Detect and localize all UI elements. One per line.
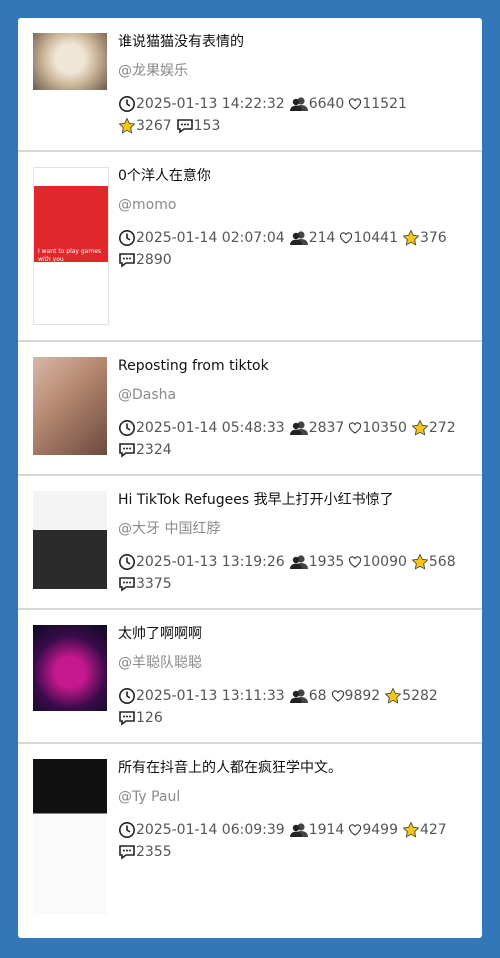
post-title[interactable]: 0个洋人在意你 (118, 166, 466, 186)
post-author[interactable]: @momo (118, 195, 466, 215)
post-users: 68 (289, 685, 327, 707)
post-card[interactable]: Reposting from tiktok @Dasha 2025-01-14 … (18, 342, 482, 476)
post-comments[interactable]: 2890 (118, 249, 172, 271)
post-card[interactable]: I want to play games with you 0个洋人在意你 @m… (18, 152, 482, 342)
post-title[interactable]: Reposting from tiktok (118, 356, 466, 376)
post-author[interactable]: @Ty Paul (118, 787, 466, 807)
post-stars[interactable]: 5282 (384, 685, 438, 707)
post-meta: 2025-01-13 13:11:33 68 9892 5282 126 (118, 685, 466, 729)
post-card[interactable]: 所有在抖音上的人都在疯狂学中文。 @Ty Paul 2025-01-14 06:… (18, 744, 482, 928)
users-icon (289, 97, 308, 111)
star-icon (402, 821, 420, 838)
post-meta: 2025-01-13 14:22:32 6640 11521 3267 153 (118, 93, 466, 137)
post-thumbnail[interactable] (33, 357, 107, 455)
post-stars[interactable]: 3267 (118, 115, 172, 137)
post-card[interactable]: Hi TikTok Refugees 我早上打开小红书惊了 @大牙 中国红脖 2… (18, 476, 482, 610)
heart-icon (349, 422, 362, 434)
comment-icon (119, 845, 135, 860)
post-likes[interactable]: 11521 (348, 93, 407, 115)
post-title[interactable]: Hi TikTok Refugees 我早上打开小红书惊了 (118, 490, 466, 510)
post-time: 2025-01-14 02:07:04 (118, 227, 285, 249)
users-icon (289, 555, 308, 569)
comment-icon (119, 253, 135, 268)
post-users: 1914 (289, 819, 344, 841)
thumbnail-banner: I want to play games with you (34, 186, 108, 263)
post-card[interactable]: 谁说猫猫没有表情的 @龙果娱乐 2025-01-13 14:22:32 6640… (18, 18, 482, 152)
clock-icon (119, 554, 135, 570)
post-comments[interactable]: 126 (118, 707, 163, 729)
comment-icon (119, 443, 135, 458)
post-time: 2025-01-13 13:11:33 (118, 685, 285, 707)
post-thumbnail[interactable] (33, 491, 107, 589)
clock-icon (119, 96, 135, 112)
heart-icon (349, 98, 362, 110)
clock-icon (119, 822, 135, 838)
post-time: 2025-01-14 05:48:33 (118, 417, 285, 439)
comment-icon (176, 119, 193, 134)
comment-icon (119, 577, 135, 592)
post-users: 1935 (289, 551, 344, 573)
heart-icon (349, 556, 362, 568)
clock-icon (119, 688, 135, 704)
post-meta: 2025-01-13 13:19:26 1935 10090 568 3375 (118, 551, 466, 595)
star-icon (384, 687, 402, 704)
post-stars[interactable]: 427 (402, 819, 447, 841)
post-meta: 2025-01-14 05:48:33 2837 10350 272 2324 (118, 417, 466, 461)
post-time: 2025-01-14 06:09:39 (118, 819, 285, 841)
post-comments[interactable]: 153 (176, 115, 220, 137)
star-icon (118, 117, 136, 134)
post-stars[interactable]: 376 (402, 227, 447, 249)
post-title[interactable]: 太帅了啊啊啊 (118, 624, 466, 644)
comment-icon (119, 711, 135, 726)
star-icon (402, 229, 420, 246)
post-likes[interactable]: 9499 (348, 819, 398, 841)
post-likes[interactable]: 10350 (348, 417, 407, 439)
clock-icon (119, 230, 135, 246)
star-icon (411, 553, 429, 570)
post-author[interactable]: @羊聪队聪聪 (118, 653, 466, 673)
post-users: 6640 (289, 93, 344, 115)
post-card[interactable]: 太帅了啊啊啊 @羊聪队聪聪 2025-01-13 13:11:33 68 989… (18, 610, 482, 744)
post-users: 214 (289, 227, 335, 249)
post-likes[interactable]: 10090 (348, 551, 407, 573)
post-author[interactable]: @Dasha (118, 385, 466, 405)
post-title[interactable]: 所有在抖音上的人都在疯狂学中文。 (118, 758, 466, 778)
post-meta: 2025-01-14 06:09:39 1914 9499 427 2355 (118, 819, 466, 863)
post-author[interactable]: @龙果娱乐 (118, 61, 466, 81)
post-likes[interactable]: 10441 (339, 227, 398, 249)
post-users: 2837 (289, 417, 344, 439)
post-thumbnail[interactable]: I want to play games with you (33, 167, 109, 325)
clock-icon (119, 420, 135, 436)
post-meta: 2025-01-14 02:07:04 214 10441 376 2890 (118, 227, 466, 271)
post-thumbnail[interactable] (33, 33, 107, 90)
post-feed: 谁说猫猫没有表情的 @龙果娱乐 2025-01-13 14:22:32 6640… (18, 18, 482, 938)
post-stars[interactable]: 568 (411, 551, 456, 573)
users-icon (289, 689, 308, 703)
post-likes[interactable]: 9892 (331, 685, 380, 707)
users-icon (289, 823, 308, 837)
star-icon (411, 419, 429, 436)
post-thumbnail[interactable] (33, 625, 107, 711)
heart-icon (349, 824, 362, 836)
post-thumbnail[interactable] (33, 759, 107, 915)
post-title[interactable]: 谁说猫猫没有表情的 (118, 32, 466, 52)
users-icon (289, 231, 308, 245)
users-icon (289, 421, 308, 435)
post-comments[interactable]: 2355 (118, 841, 172, 863)
post-time: 2025-01-13 14:22:32 (118, 93, 285, 115)
post-stars[interactable]: 272 (411, 417, 456, 439)
heart-icon (331, 690, 344, 702)
post-time: 2025-01-13 13:19:26 (118, 551, 285, 573)
post-comments[interactable]: 3375 (118, 573, 172, 595)
heart-icon (340, 232, 353, 244)
post-author[interactable]: @大牙 中国红脖 (118, 519, 466, 539)
post-comments[interactable]: 2324 (118, 439, 172, 461)
